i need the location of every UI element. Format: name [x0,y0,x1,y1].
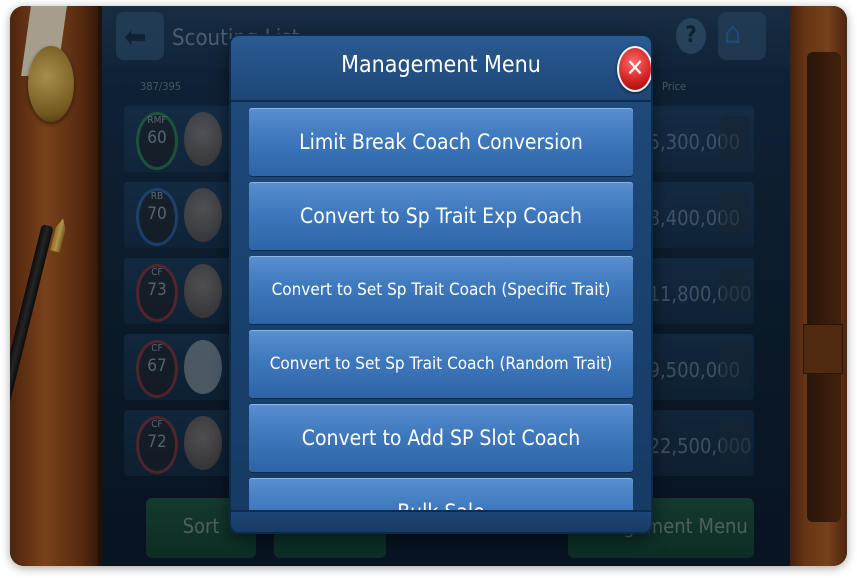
convert-set-sp-trait-specific-button[interactable]: Convert to Set Sp Trait Coach (Specific … [249,256,633,324]
management-menu-modal: Management Menu ✕ Limit Break Coach Conv… [231,36,651,532]
menu-item-label: Convert to Set Sp Trait Coach (Random Tr… [269,354,613,374]
convert-sp-trait-exp-coach-button[interactable]: Convert to Sp Trait Exp Coach [249,182,633,250]
app-frame: ⬅ Scouting List ? ⌂ 387/395 Price RMF60 … [10,6,847,566]
modal-footer [231,510,651,532]
modal-header: Management Menu ✕ [231,36,651,102]
menu-item-label: Convert to Sp Trait Exp Coach [300,204,582,228]
menu-item-label: Convert to Add SP Slot Coach [301,426,581,450]
convert-add-sp-slot-coach-button[interactable]: Convert to Add SP Slot Coach [249,404,633,472]
menu-item-label: Bulk Sale [249,478,633,510]
close-icon[interactable]: ✕ [617,46,651,92]
menu-list: Limit Break Coach Conversion Convert to … [249,108,633,510]
bulk-sale-button[interactable]: Bulk Sale [249,478,633,510]
modal-title: Management Menu [341,52,541,78]
menu-item-label: Limit Break Coach Conversion [299,130,583,154]
convert-set-sp-trait-random-button[interactable]: Convert to Set Sp Trait Coach (Random Tr… [249,330,633,398]
menu-item-label: Convert to Set Sp Trait Coach (Specific … [271,280,611,300]
limit-break-coach-conversion-button[interactable]: Limit Break Coach Conversion [249,108,633,176]
